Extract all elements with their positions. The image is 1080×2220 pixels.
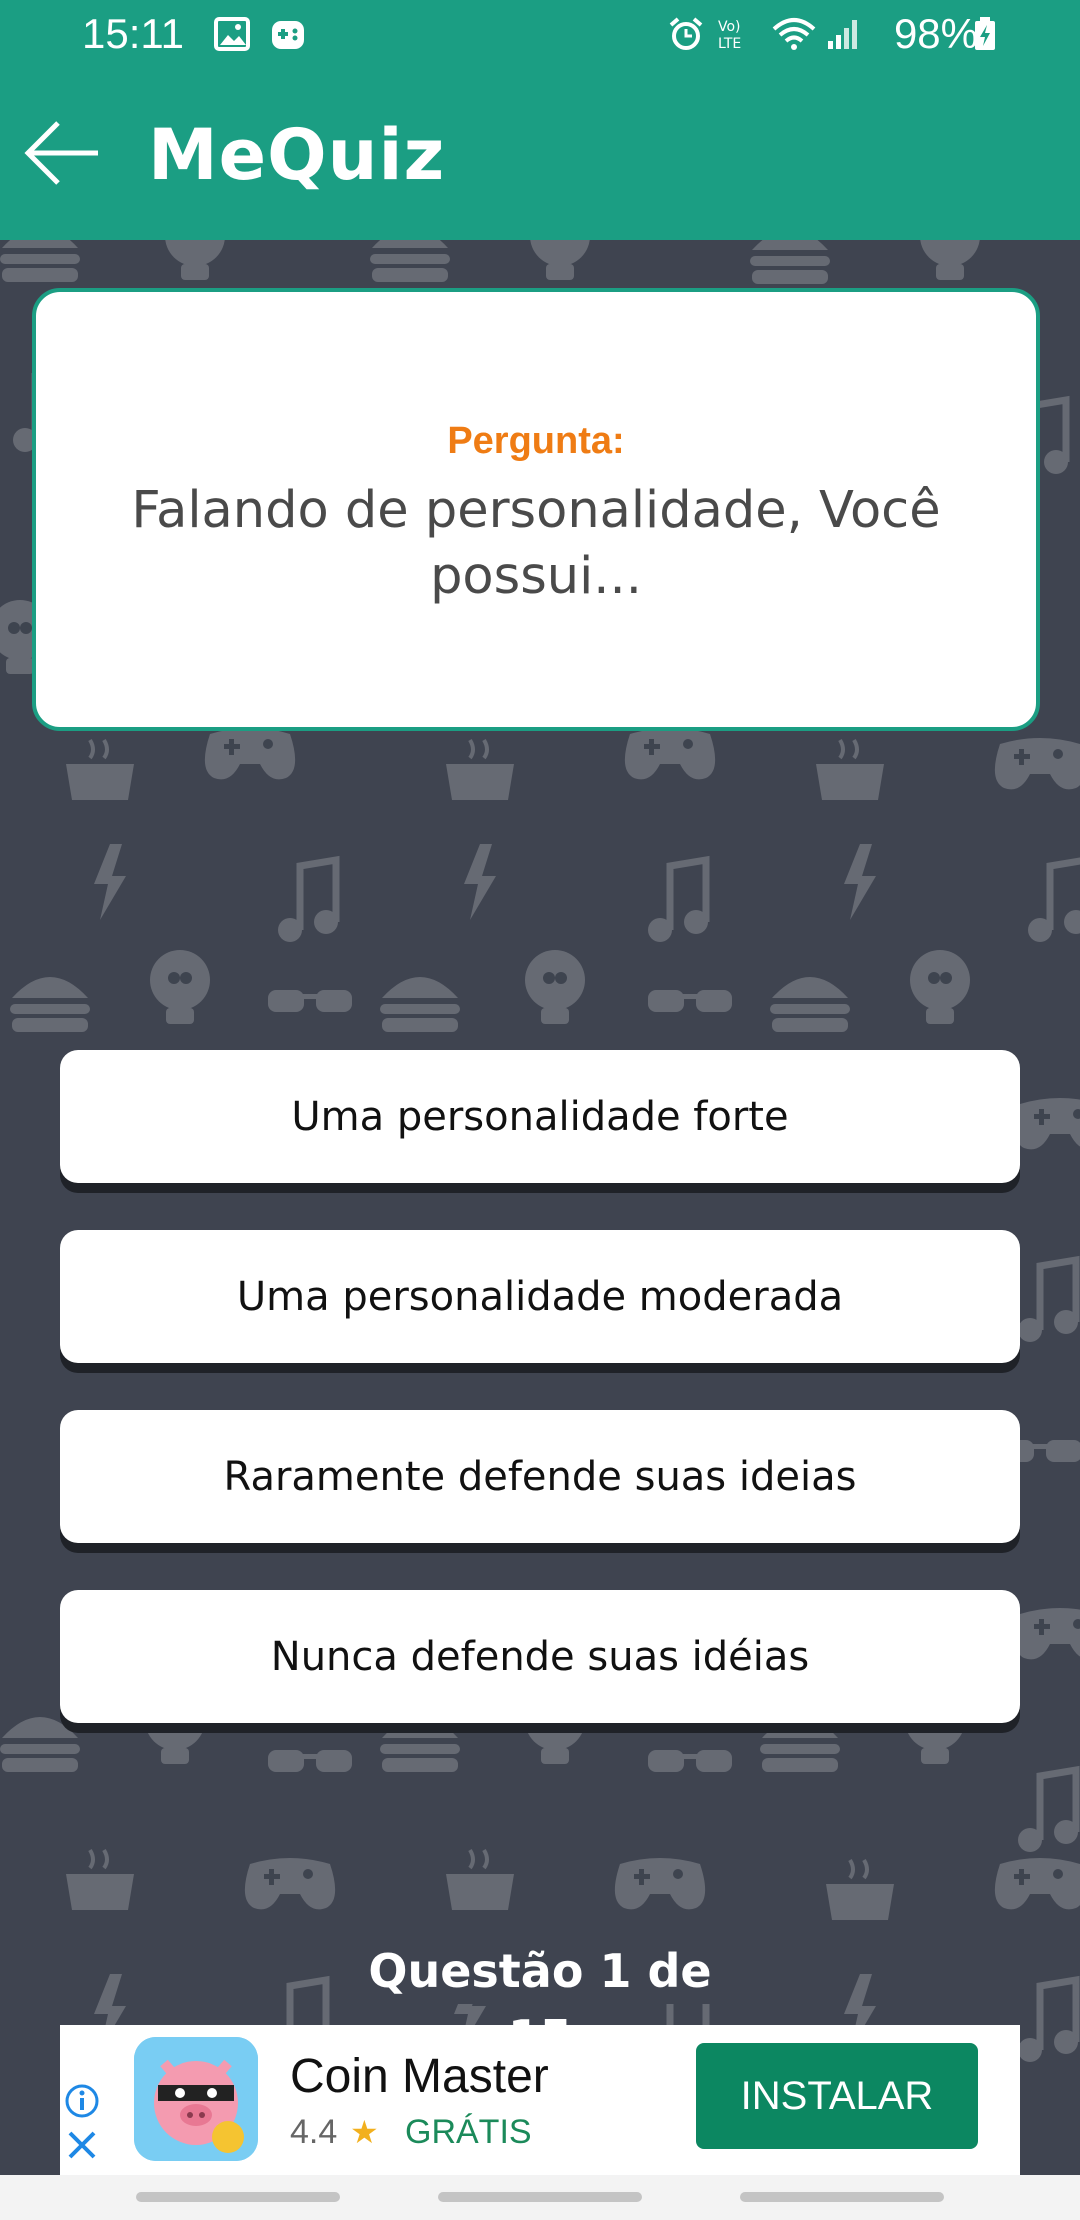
alarm-icon xyxy=(669,17,703,50)
battery-percent: 98% xyxy=(893,10,978,57)
nav-home-button[interactable] xyxy=(438,2192,642,2202)
answer-option-1[interactable]: Uma personalidade forte xyxy=(60,1050,1020,1183)
volte-icon: Vo) LTE xyxy=(718,19,741,51)
signal-icon xyxy=(828,20,857,49)
question-card: Pergunta: Falando de personalidade, Você… xyxy=(32,288,1040,731)
ad-info-icon[interactable] xyxy=(64,2083,100,2119)
app-bar: MeQuiz xyxy=(0,70,1080,240)
ad-app-name: Coin Master xyxy=(290,2050,549,2103)
ad-app-icon[interactable] xyxy=(134,2037,258,2161)
ad-rating: 4.4 xyxy=(290,2113,338,2151)
star-icon: ★ xyxy=(350,2113,379,2151)
question-label: Pergunta: xyxy=(447,420,625,462)
nav-back-button[interactable] xyxy=(740,2192,944,2202)
install-button[interactable]: INSTALAR xyxy=(696,2043,978,2149)
status-bar: 15:11 Vo) LTE 98% xyxy=(0,0,1080,70)
app-title: MeQuiz xyxy=(148,114,446,196)
gallery-icon xyxy=(214,17,250,51)
answer-option-3[interactable]: Raramente defende suas ideias xyxy=(60,1410,1020,1543)
nav-recents-button[interactable] xyxy=(136,2192,340,2202)
answer-option-2[interactable]: Uma personalidade moderada xyxy=(60,1230,1020,1363)
question-counter: Questão 1 de 15 xyxy=(350,1938,730,2064)
svg-text:Vo): Vo) xyxy=(718,19,741,35)
svg-text:LTE: LTE xyxy=(718,36,741,51)
ad-close-icon[interactable] xyxy=(66,2129,98,2161)
back-arrow-icon[interactable] xyxy=(22,118,102,188)
wifi-icon xyxy=(772,18,816,50)
pig-icon xyxy=(134,2037,258,2161)
system-nav-bar xyxy=(0,2175,1080,2220)
ad-price: GRÁTIS xyxy=(405,2113,532,2151)
answer-option-4[interactable]: Nunca defende suas idéias xyxy=(60,1590,1020,1723)
question-text: Falando de personalidade, Você possui... xyxy=(131,481,941,606)
battery-charging-icon xyxy=(975,17,995,50)
ad-banner[interactable]: Coin Master 4.4 ★ GRÁTIS INSTALAR xyxy=(60,2025,1020,2175)
status-time: 15:11 xyxy=(82,10,184,57)
game-icon xyxy=(272,21,304,49)
